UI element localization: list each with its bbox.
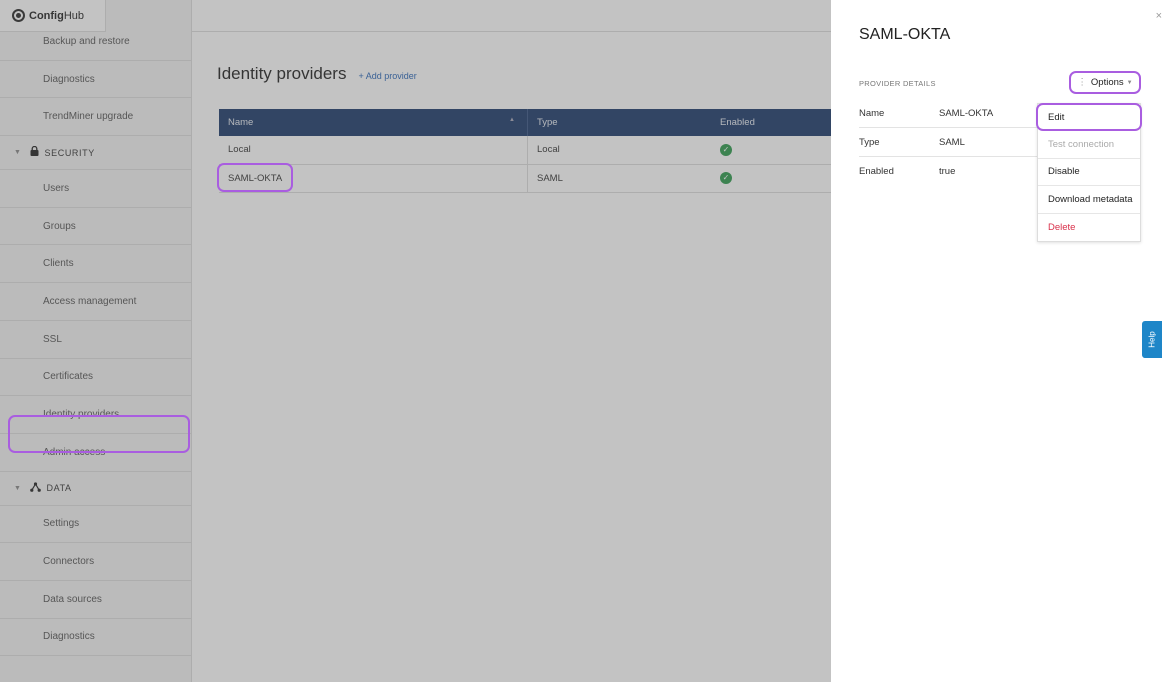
highlight-saml-okta-row bbox=[217, 163, 293, 192]
highlight-identity-providers bbox=[8, 415, 190, 453]
drawer-title: SAML-OKTA bbox=[859, 26, 951, 43]
menu-item-test-connection: Test connection bbox=[1038, 131, 1140, 159]
detail-key: Name bbox=[859, 107, 885, 119]
provider-details-drawer: × SAML-OKTA PROVIDER DETAILS ⋮ Options ▼… bbox=[831, 0, 1173, 682]
menu-item-edit[interactable]: Edit bbox=[1036, 103, 1142, 131]
detail-row: Name SAML-OKTA bbox=[859, 99, 1037, 128]
provider-details-label: PROVIDER DETAILS bbox=[859, 79, 936, 88]
chevron-down-icon: ▼ bbox=[1126, 79, 1133, 86]
modal-backdrop[interactable] bbox=[0, 0, 831, 682]
help-label: Help bbox=[1147, 331, 1157, 348]
help-tab[interactable]: Help bbox=[1142, 321, 1162, 358]
options-label: Options bbox=[1090, 77, 1124, 88]
menu-item-download-metadata[interactable]: Download metadata bbox=[1038, 186, 1140, 214]
menu-item-delete[interactable]: Delete bbox=[1038, 214, 1140, 242]
detail-row: Enabled true bbox=[859, 157, 1037, 186]
detail-value: SAML-OKTA bbox=[939, 107, 994, 119]
detail-key: Enabled bbox=[859, 166, 894, 177]
detail-row: Type SAML bbox=[859, 128, 1037, 157]
options-menu: Edit Test connection Disable Download me… bbox=[1036, 103, 1142, 243]
menu-item-disable[interactable]: Disable bbox=[1038, 159, 1140, 187]
detail-key: Type bbox=[859, 136, 880, 148]
details-table: Name SAML-OKTA Type SAML Enabled true bbox=[859, 99, 1037, 186]
vertical-dots-icon: ⋮ bbox=[1077, 77, 1087, 88]
options-button[interactable]: ⋮ Options ▼ bbox=[1069, 71, 1141, 94]
detail-value: true bbox=[939, 166, 956, 177]
close-icon[interactable]: × bbox=[1156, 10, 1162, 22]
detail-value: SAML bbox=[939, 136, 965, 148]
